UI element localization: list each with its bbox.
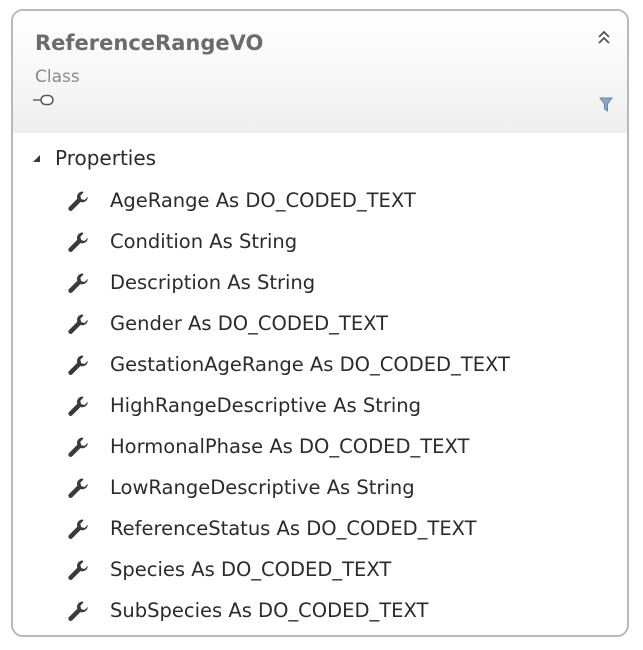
wrench-icon [68, 314, 88, 334]
section-label: Properties [55, 146, 157, 170]
property-signature: LowRangeDescriptive As String [110, 476, 415, 499]
interface-lollipop-icon [33, 94, 54, 106]
property-item[interactable]: Description As String [13, 270, 627, 311]
property-signature: Description As String [110, 271, 316, 294]
wrench-icon [68, 191, 88, 211]
wrench-icon [68, 478, 88, 498]
property-signature: ReferenceStatus As DO_CODED_TEXT [110, 517, 477, 540]
wrench-icon [68, 519, 88, 539]
class-shape[interactable]: ReferenceRangeVO Class Properties AgeRan… [11, 9, 629, 637]
class-name: ReferenceRangeVO [35, 31, 264, 55]
property-signature: Species As DO_CODED_TEXT [110, 558, 392, 581]
collapse-chevron-icon[interactable] [595, 29, 613, 47]
property-signature: Gender As DO_CODED_TEXT [110, 312, 389, 335]
wrench-icon [68, 396, 88, 416]
wrench-icon [68, 560, 88, 580]
property-item[interactable]: HormonalPhase As DO_CODED_TEXT [13, 434, 627, 475]
property-item[interactable]: LowRangeDescriptive As String [13, 475, 627, 516]
property-item[interactable]: Gender As DO_CODED_TEXT [13, 311, 627, 352]
filter-icon[interactable] [599, 97, 613, 113]
wrench-icon [68, 437, 88, 457]
property-item[interactable]: Species As DO_CODED_TEXT [13, 557, 627, 598]
property-signature: Condition As String [110, 230, 298, 253]
properties-list: AgeRange As DO_CODED_TEXT Condition As S… [13, 188, 627, 635]
property-signature: HormonalPhase As DO_CODED_TEXT [110, 435, 470, 458]
expanded-triangle-icon[interactable] [31, 153, 41, 163]
class-stereotype: Class [35, 67, 80, 87]
property-item[interactable]: GestationAgeRange As DO_CODED_TEXT [13, 352, 627, 393]
property-item[interactable]: SubSpecies As DO_CODED_TEXT [13, 598, 627, 635]
property-item[interactable]: ReferenceStatus As DO_CODED_TEXT [13, 516, 627, 557]
wrench-icon [68, 273, 88, 293]
property-item[interactable]: AgeRange As DO_CODED_TEXT [13, 188, 627, 229]
property-signature: SubSpecies As DO_CODED_TEXT [110, 599, 429, 622]
class-header[interactable]: ReferenceRangeVO Class [13, 11, 627, 133]
property-signature: HighRangeDescriptive As String [110, 394, 422, 417]
wrench-icon [68, 601, 88, 621]
wrench-icon [68, 232, 88, 252]
wrench-icon [68, 355, 88, 375]
property-item[interactable]: HighRangeDescriptive As String [13, 393, 627, 434]
property-item[interactable]: Condition As String [13, 229, 627, 270]
property-signature: GestationAgeRange As DO_CODED_TEXT [110, 353, 510, 376]
property-signature: AgeRange As DO_CODED_TEXT [110, 189, 416, 212]
properties-section-header[interactable]: Properties [31, 143, 156, 173]
